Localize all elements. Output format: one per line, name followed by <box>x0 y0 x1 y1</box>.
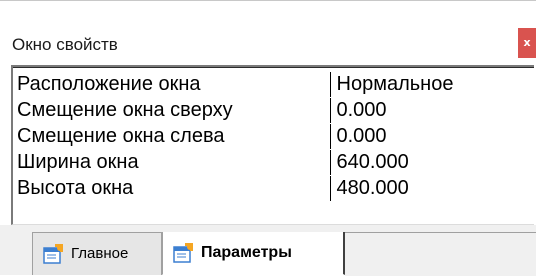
property-name: Высота окна <box>13 175 331 202</box>
property-row[interactable]: Высота окна 480.000 <box>13 175 530 202</box>
properties-icon <box>173 242 195 264</box>
property-value[interactable]: 0.000 <box>330 124 530 150</box>
property-name: Ширина окна <box>13 149 331 176</box>
tab-strip-empty-area <box>345 232 536 276</box>
tab-main-label: Главное <box>71 245 129 262</box>
property-row[interactable]: Расположение окна Нормальное <box>13 72 530 98</box>
property-name: Расположение окна <box>13 72 331 98</box>
property-name: Смещение окна сверху <box>13 97 331 124</box>
property-value[interactable]: 640.000 <box>330 150 530 176</box>
window-title: Окно свойств <box>12 35 118 54</box>
tab-parameters-label: Параметры <box>201 244 292 261</box>
tab-main[interactable]: Главное <box>32 232 162 275</box>
properties-icon <box>43 243 65 265</box>
property-row[interactable]: Смещение окна слева 0.000 <box>13 123 530 150</box>
property-grid: Расположение окна Нормальное Смещение ок… <box>11 65 534 225</box>
property-value[interactable]: 0.000 <box>330 98 530 124</box>
close-button[interactable]: x <box>518 28 536 58</box>
property-table: Расположение окна Нормальное Смещение ок… <box>13 72 530 202</box>
property-value[interactable]: Нормальное <box>330 72 530 98</box>
property-row[interactable]: Ширина окна 640.000 <box>13 149 530 176</box>
tab-parameters[interactable]: Параметры <box>162 232 345 275</box>
property-name: Смещение окна слева <box>13 123 331 150</box>
grid-top-border <box>13 67 534 68</box>
property-value[interactable]: 480.000 <box>330 176 530 202</box>
property-row[interactable]: Смещение окна сверху 0.000 <box>13 97 530 124</box>
title-bar: Окно свойств <box>0 1 536 56</box>
